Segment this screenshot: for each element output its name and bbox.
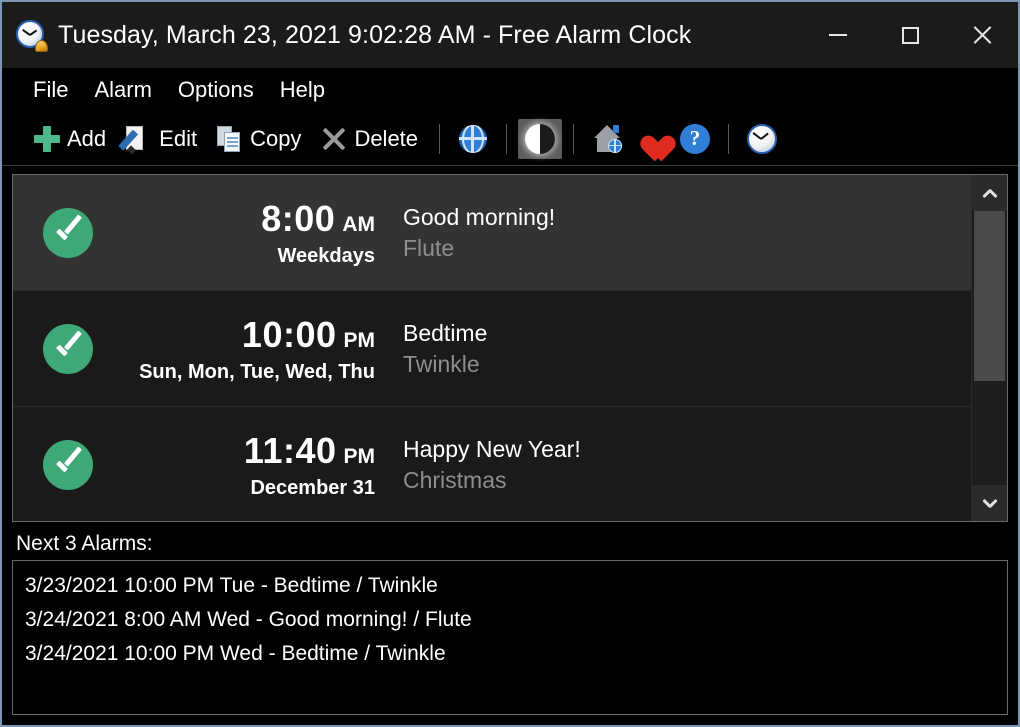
- heart-icon: [636, 125, 666, 152]
- menu-bar: File Alarm Options Help: [2, 68, 1018, 112]
- language-button[interactable]: [451, 119, 495, 159]
- table-row[interactable]: 8:00 AM Weekdays Good morning! Flute: [13, 175, 971, 291]
- minimize-button[interactable]: [802, 2, 874, 68]
- alarm-enabled-toggle[interactable]: [13, 323, 123, 374]
- toolbar-separator: [728, 123, 730, 154]
- website-button[interactable]: [585, 119, 629, 159]
- maximize-icon: [901, 26, 919, 44]
- maximize-button[interactable]: [874, 2, 946, 68]
- alarm-sound: Christmas: [403, 466, 507, 493]
- alarm-list-body: 8:00 AM Weekdays Good morning! Flute 10:0…: [13, 175, 971, 521]
- alarm-time: 10:00: [241, 313, 337, 355]
- pencil-page-icon: [118, 125, 152, 155]
- window-controls: [802, 2, 1018, 68]
- app-window: Tuesday, March 23, 2021 9:02:28 AM - Fre…: [0, 0, 1020, 727]
- home-globe-icon: [592, 124, 623, 153]
- copy-button-label: Copy: [250, 125, 302, 151]
- toolbar-separator: [573, 123, 575, 154]
- theme-contrast-button[interactable]: [518, 118, 563, 159]
- alarm-time-cell: 11:40 PM December 31: [123, 430, 393, 500]
- alarm-ampm: AM: [342, 212, 375, 236]
- scroll-down-button[interactable]: [972, 485, 1007, 521]
- table-row[interactable]: 11:40 PM December 31 Happy New Year! Chri…: [13, 407, 971, 521]
- plus-icon: [34, 125, 60, 152]
- x-icon: [321, 126, 347, 152]
- alarm-sound: Twinkle: [403, 350, 480, 377]
- alarm-days: December 31: [250, 476, 375, 499]
- alarm-days: Weekdays: [277, 244, 375, 267]
- close-icon: [971, 24, 993, 46]
- menu-item-help[interactable]: Help: [267, 74, 338, 106]
- alarm-time-cell: 10:00 PM Sun, Mon, Tue, Wed, Thu: [123, 314, 393, 384]
- alarm-clock-icon: [16, 20, 48, 52]
- delete-button-label: Delete: [354, 125, 419, 151]
- menu-item-options[interactable]: Options: [165, 74, 267, 106]
- alarm-ampm: PM: [343, 328, 376, 352]
- edit-button-label: Edit: [159, 125, 198, 151]
- copy-pages-icon: [217, 125, 243, 152]
- scrollbar-thumb[interactable]: [974, 211, 1005, 381]
- next-alarms-label: Next 3 Alarms:: [16, 532, 153, 555]
- alarm-time: 8:00: [261, 197, 336, 239]
- alarm-sound: Flute: [403, 234, 455, 261]
- alarm-time: 11:40: [243, 429, 337, 471]
- alarm-ampm: PM: [343, 444, 376, 468]
- toolbar-separator: [506, 123, 508, 154]
- scrollbar-track[interactable]: [972, 211, 1007, 485]
- menu-item-alarm[interactable]: Alarm: [81, 74, 164, 106]
- alarm-list: 8:00 AM Weekdays Good morning! Flute 10:0…: [12, 174, 1008, 522]
- chevron-up-icon: [983, 186, 997, 200]
- close-button[interactable]: [946, 2, 1018, 68]
- alarm-enabled-toggle[interactable]: [13, 207, 123, 258]
- contrast-icon: [525, 123, 556, 154]
- delete-button[interactable]: Delete: [311, 122, 428, 156]
- check-circle-icon: [43, 323, 93, 374]
- alarm-enabled-toggle[interactable]: [13, 439, 123, 490]
- window-title: Tuesday, March 23, 2021 9:02:28 AM - Fre…: [58, 20, 692, 49]
- alarm-title: Good morning!: [403, 203, 556, 230]
- toolbar: Add Edit Copy Delete ?: [2, 112, 1018, 166]
- alarm-days: Sun, Mon, Tue, Wed, Thu: [139, 360, 375, 383]
- copy-button[interactable]: Copy: [207, 122, 311, 156]
- check-circle-icon: [43, 439, 93, 490]
- add-button-label: Add: [67, 125, 107, 151]
- time-sync-button[interactable]: [740, 119, 784, 159]
- table-row[interactable]: 10:00 PM Sun, Mon, Tue, Wed, Thu Bedtime …: [13, 291, 971, 407]
- title-bar[interactable]: Tuesday, March 23, 2021 9:02:28 AM - Fre…: [2, 2, 1018, 68]
- clock-icon: [747, 123, 778, 154]
- list-item: 3/24/2021 8:00 AM Wed - Good morning! / …: [25, 608, 472, 631]
- scrollbar[interactable]: [971, 175, 1007, 521]
- edit-button[interactable]: Edit: [116, 122, 207, 156]
- alarm-name-cell: Bedtime Twinkle: [393, 320, 971, 378]
- menu-item-file[interactable]: File: [20, 74, 81, 106]
- alarm-title: Happy New Year!: [403, 435, 581, 462]
- list-item: 3/23/2021 10:00 PM Tue - Bedtime / Twink…: [25, 574, 438, 597]
- toolbar-separator: [439, 123, 441, 154]
- alarm-name-cell: Good morning! Flute: [393, 204, 971, 262]
- help-button[interactable]: ?: [673, 119, 717, 159]
- alarm-name-cell: Happy New Year! Christmas: [393, 436, 971, 494]
- next-alarms-panel: 3/23/2021 10:00 PM Tue - Bedtime / Twink…: [12, 560, 1008, 715]
- question-mark-icon: ?: [680, 123, 711, 154]
- minimize-icon: [829, 34, 847, 36]
- add-button[interactable]: Add: [24, 122, 116, 156]
- globe-icon: [459, 124, 488, 153]
- check-circle-icon: [43, 207, 93, 258]
- chevron-down-icon: [983, 496, 997, 510]
- alarm-time-cell: 8:00 AM Weekdays: [123, 198, 393, 268]
- list-item: 3/24/2021 10:00 PM Wed - Bedtime / Twink…: [25, 642, 446, 665]
- donate-button[interactable]: [629, 119, 673, 159]
- alarm-title: Bedtime: [403, 319, 488, 346]
- scroll-up-button[interactable]: [972, 175, 1007, 211]
